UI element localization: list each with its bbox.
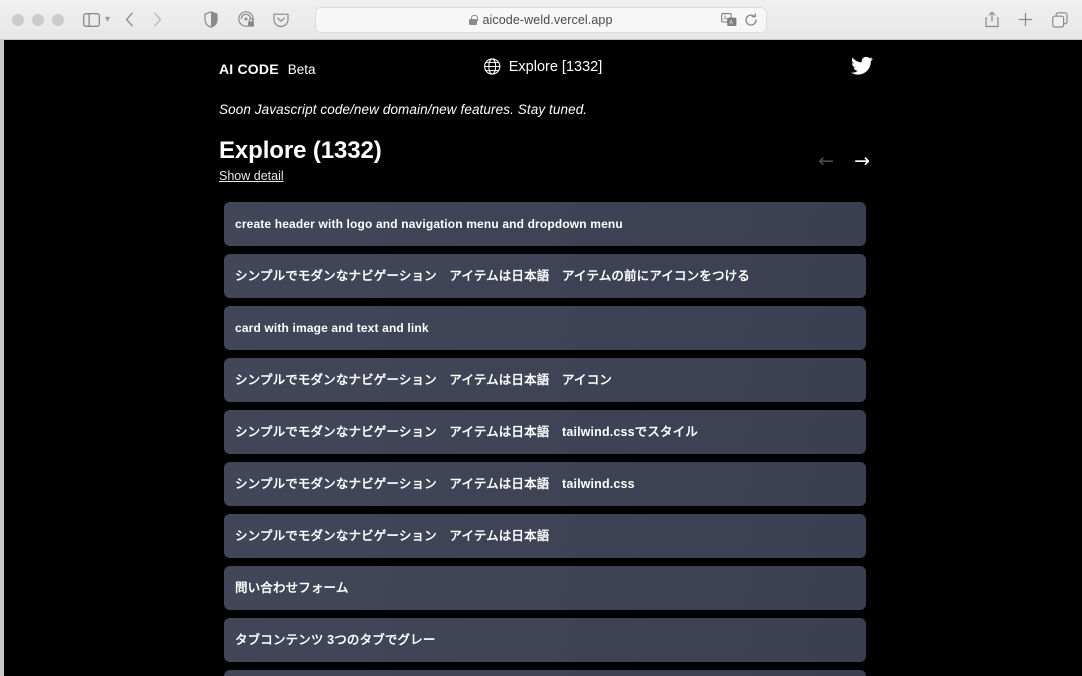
explore-card-list: create header with logo and navigation m… [224,202,866,676]
brand-name: AI CODE [219,61,279,77]
card-prompt-text: シンプルでモダンなナビゲーション アイテムは日本語 アイテムの前にアイコンをつけ… [235,269,750,284]
window-traffic-lights[interactable] [12,13,64,26]
list-item[interactable]: 問い合わせフォーム [224,566,866,611]
site-header: AI CODE Beta Explore [1332] [4,40,1082,84]
next-page-button[interactable]: → [854,152,870,171]
forward-arrow-icon[interactable] [144,7,170,33]
card-prompt-text: 問い合わせフォーム [235,581,349,596]
card-prompt-text: create header with logo and navigation m… [235,217,623,232]
list-item[interactable]: create header with logo and navigation m… [224,202,866,247]
list-item[interactable]: シンプルでモダンなナビゲーション アイテムは日本語 tailwind.cssでス… [224,410,866,455]
privacy-report-icon[interactable] [233,7,259,33]
pocket-save-icon[interactable] [268,7,294,33]
svg-text:A: A [723,16,727,22]
card-prompt-text: タブコンテンツ 3つのタブでグレー [235,633,436,648]
nav-explore-link[interactable]: Explore [1332] [484,58,603,75]
web-page: AI CODE Beta Explore [1332] Soon Javascr… [4,40,1082,676]
screenshot-root: ▾ aicode-weld.vercel.app A A AI CODE Bet… [0,0,1082,676]
address-bar[interactable]: aicode-weld.vercel.app A A [315,7,767,33]
browser-toolbar: ▾ aicode-weld.vercel.app A A [0,0,1082,40]
reload-icon[interactable] [744,13,758,27]
brand-logo[interactable]: AI CODE Beta [219,61,316,77]
chevron-down-icon[interactable]: ▾ [105,14,110,25]
globe-icon [484,58,501,75]
brand-beta-label: Beta [287,62,316,77]
card-prompt-text: シンプルでモダンなナビゲーション アイテムは日本語 [235,529,550,544]
pagination-controls: ← → [818,152,870,171]
privacy-shield-icon[interactable] [198,7,224,33]
site-tagline: Soon Javascript code/new domain/new feat… [219,102,588,117]
tab-overview-icon[interactable] [1052,11,1068,28]
share-icon[interactable] [985,11,999,28]
card-prompt-text: シンプルでモダンなナビゲーション アイテムは日本語 tailwind.cssでス… [235,425,698,440]
explore-title-row: Explore (1332) Show detail ← → [219,137,870,185]
url-text: aicode-weld.vercel.app [482,13,613,27]
sidebar-toggle-icon[interactable] [78,7,104,33]
page-title: Explore (1332) [219,137,382,164]
maximize-window-button[interactable] [52,13,64,26]
back-arrow-icon[interactable] [116,7,142,33]
list-item[interactable]: タブコンテンツ 3つのタブでグレー [224,618,866,663]
page-viewport: AI CODE Beta Explore [1332] Soon Javascr… [0,40,1082,676]
list-item[interactable]: シンプルでモダンなナビゲーション アイテムは日本語 アイテムの前にアイコンをつけ… [224,254,866,299]
list-item[interactable]: button "ダウンロード" default blue hover red [224,670,866,676]
minimize-window-button[interactable] [32,13,44,26]
plus-icon[interactable] [1018,12,1033,27]
twitter-icon[interactable] [850,54,874,78]
translate-icon[interactable]: A A [721,13,737,27]
lock-icon [469,15,478,25]
card-prompt-text: シンプルでモダンなナビゲーション アイテムは日本語 アイコン [235,373,613,388]
nav-explore-label: Explore [1332] [508,58,603,75]
card-prompt-text: card with image and text and link [235,321,429,336]
address-bar-container[interactable]: aicode-weld.vercel.app A A [315,7,767,33]
safari-window: ▾ aicode-weld.vercel.app A A AI CODE Bet… [0,0,1082,676]
close-window-button[interactable] [12,13,24,26]
card-prompt-text: シンプルでモダンなナビゲーション アイテムは日本語 tailwind.css [235,477,635,492]
svg-text:A: A [729,20,733,26]
previous-page-button[interactable]: ← [818,152,834,171]
list-item[interactable]: シンプルでモダンなナビゲーション アイテムは日本語 tailwind.css [224,462,866,507]
list-item[interactable]: card with image and text and link [224,306,866,351]
list-item[interactable]: シンプルでモダンなナビゲーション アイテムは日本語 アイコン [224,358,866,403]
list-item[interactable]: シンプルでモダンなナビゲーション アイテムは日本語 [224,514,866,559]
show-detail-link[interactable]: Show detail [219,169,284,183]
